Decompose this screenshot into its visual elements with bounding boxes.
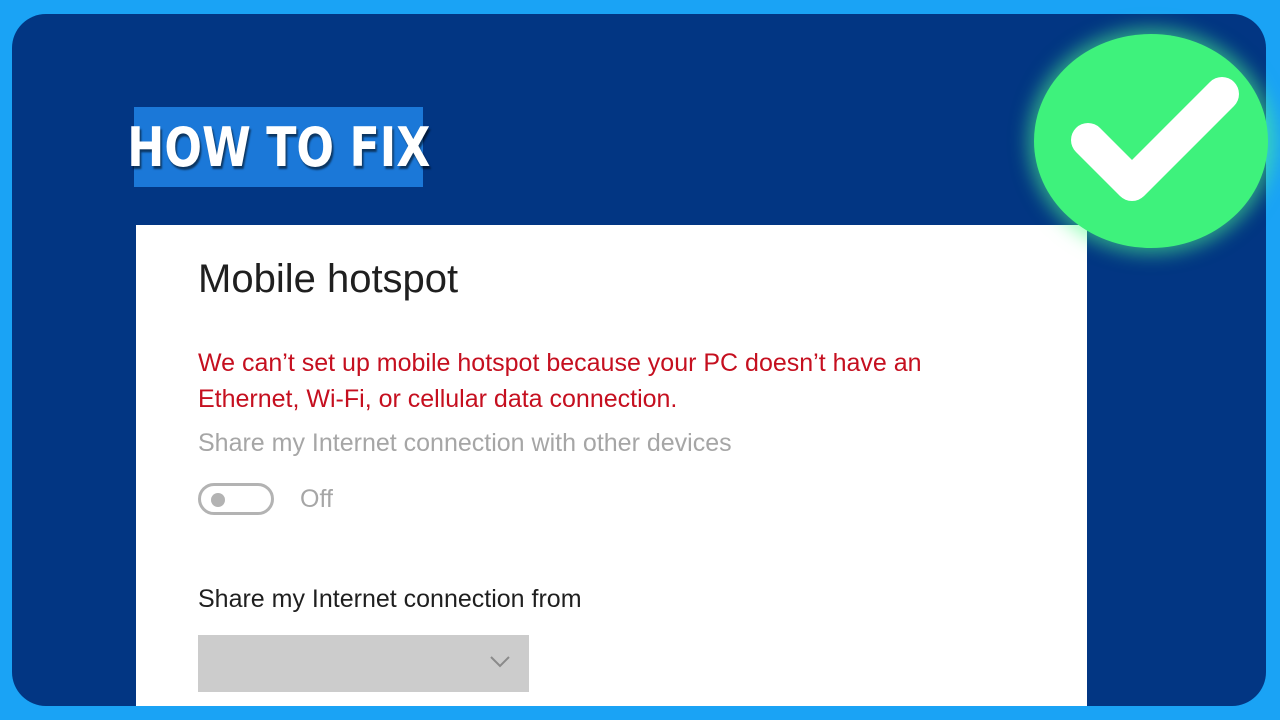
page-title: Mobile hotspot xyxy=(198,257,459,301)
error-message: We can’t set up mobile hotspot because y… xyxy=(198,345,1038,417)
toggle-knob xyxy=(211,493,225,507)
error-line-1: We can’t set up mobile hotspot because y… xyxy=(198,349,922,377)
share-from-label: Share my Internet connection from xyxy=(198,585,582,613)
success-badge xyxy=(1034,34,1268,248)
checkmark-icon xyxy=(1071,77,1239,201)
banner-text: HOW TO FIX xyxy=(126,115,431,179)
share-from-dropdown[interactable] xyxy=(198,635,529,692)
toggle-state-label: Off xyxy=(300,485,333,513)
how-to-fix-banner: HOW TO FIX xyxy=(127,107,430,187)
hotspot-toggle[interactable] xyxy=(198,483,274,515)
error-line-2: Ethernet, Wi-Fi, or cellular data connec… xyxy=(198,385,678,413)
share-connection-label: Share my Internet connection with other … xyxy=(198,429,732,457)
settings-panel: Mobile hotspot We can’t set up mobile ho… xyxy=(136,225,1087,706)
chevron-down-icon xyxy=(490,656,510,668)
